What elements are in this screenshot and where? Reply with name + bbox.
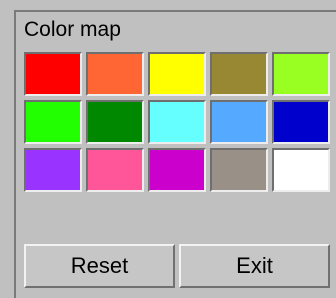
color-swatch-grid — [24, 52, 336, 202]
swatch-sky-blue[interactable] — [210, 100, 268, 144]
color-map-panel: Color map Reset Exit — [14, 10, 336, 298]
swatch-cyan[interactable] — [148, 100, 206, 144]
swatch-magenta[interactable] — [148, 148, 206, 192]
swatch-yellow[interactable] — [148, 52, 206, 96]
swatch-lime[interactable] — [272, 52, 330, 96]
swatch-purple[interactable] — [24, 148, 82, 192]
panel-title: Color map — [24, 18, 121, 41]
swatch-pink[interactable] — [86, 148, 144, 192]
exit-button[interactable]: Exit — [179, 244, 330, 288]
swatch-dark-green[interactable] — [86, 100, 144, 144]
swatch-orange[interactable] — [86, 52, 144, 96]
swatch-red[interactable] — [24, 52, 82, 96]
swatch-blue[interactable] — [272, 100, 330, 144]
swatch-gray[interactable] — [210, 148, 268, 192]
swatch-white[interactable] — [272, 148, 330, 192]
reset-button[interactable]: Reset — [24, 244, 175, 288]
swatch-green[interactable] — [24, 100, 82, 144]
swatch-olive[interactable] — [210, 52, 268, 96]
